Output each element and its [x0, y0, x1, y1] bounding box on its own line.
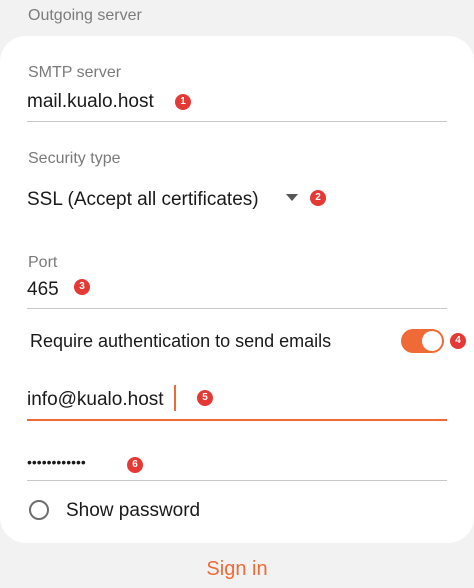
- username-underline: [27, 419, 447, 421]
- smtp-server-input[interactable]: mail.kualo.host: [27, 91, 154, 113]
- port-underline: [27, 308, 447, 309]
- password-underline: [27, 480, 447, 481]
- dropdown-triangle-icon[interactable]: [286, 194, 298, 201]
- show-password-checkbox[interactable]: [29, 500, 49, 520]
- security-type-dropdown[interactable]: SSL (Accept all certificates): [27, 189, 259, 211]
- section-header: Outgoing server: [28, 7, 142, 24]
- annotation-badge-4: 4: [450, 333, 466, 349]
- username-input[interactable]: info@kualo.host: [27, 389, 164, 411]
- annotation-badge-3: 3: [74, 279, 90, 295]
- port-label: Port: [28, 254, 58, 271]
- annotation-badge-5: 5: [197, 390, 213, 406]
- security-type-label: Security type: [28, 150, 121, 167]
- annotation-badge-1: 1: [175, 94, 191, 110]
- require-auth-label: Require authentication to send emails: [30, 331, 332, 351]
- require-auth-toggle[interactable]: [401, 329, 444, 353]
- smtp-server-label: SMTP server: [28, 64, 122, 81]
- outgoing-server-screen: Outgoing server SMTP server mail.kualo.h…: [0, 0, 474, 588]
- show-password-label[interactable]: Show password: [66, 500, 200, 522]
- password-input[interactable]: ••••••••••••: [27, 454, 86, 470]
- port-input[interactable]: 465: [27, 279, 59, 301]
- toggle-knob: [422, 331, 442, 351]
- smtp-server-underline: [27, 121, 447, 122]
- text-cursor: [174, 385, 176, 411]
- annotation-badge-6: 6: [127, 457, 143, 473]
- annotation-badge-2: 2: [310, 190, 326, 206]
- sign-in-button[interactable]: Sign in: [0, 558, 474, 581]
